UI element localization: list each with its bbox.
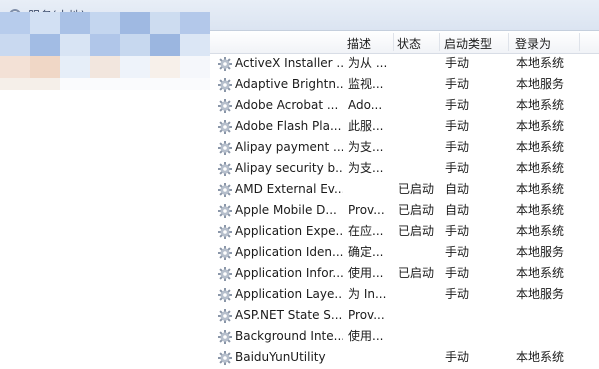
column-divider[interactable] — [439, 33, 440, 51]
service-row[interactable]: Adobe Flash Pla... 此服... 手动 本地系统 — [210, 116, 599, 137]
service-row[interactable]: Apple Mobile D... Prov... 已启动 自动 本地系统 — [210, 200, 599, 221]
service-description: 此服... — [348, 119, 384, 133]
service-status: 已启动 — [398, 266, 435, 280]
service-name: Background Inte... — [235, 329, 343, 343]
gear-icon — [217, 161, 233, 177]
service-description: 使用... — [348, 266, 384, 280]
service-row[interactable]: ASP.NET State S... Prov... — [210, 305, 599, 326]
gear-icon — [217, 329, 233, 345]
service-name: Adobe Flash Pla... — [235, 119, 342, 133]
services-list: ActiveX Installer ... 为从 ... 手动 本地系统 Ada… — [210, 53, 599, 368]
service-status: 已启动 — [398, 203, 435, 217]
service-name: ASP.NET State S... — [235, 308, 343, 322]
service-name: Alipay payment ... — [235, 140, 343, 154]
gear-icon — [217, 56, 233, 72]
service-row[interactable]: Adobe Acrobat ... Ado... 手动 本地系统 — [210, 95, 599, 116]
service-name: Adobe Acrobat ... — [235, 98, 339, 112]
service-description: 为从 ... — [348, 56, 388, 70]
service-name: Application Expe... — [235, 224, 343, 238]
service-log-on-as: 本地系统 — [516, 203, 565, 217]
service-log-on-as: 本地系统 — [516, 140, 565, 154]
service-log-on-as: 本地系统 — [516, 266, 565, 280]
gear-icon — [217, 350, 233, 366]
gear-icon — [217, 266, 233, 282]
gear-icon — [217, 119, 233, 135]
gear-icon — [217, 182, 233, 198]
service-log-on-as: 本地系统 — [516, 224, 565, 238]
service-name: AMD External Ev... — [235, 182, 343, 196]
service-description: 为支... — [348, 161, 384, 175]
service-name: Apple Mobile D... — [235, 203, 337, 217]
service-log-on-as: 本地系统 — [516, 182, 565, 196]
service-startup-type: 手动 — [445, 266, 470, 280]
service-startup-type: 手动 — [445, 161, 470, 175]
service-name: ActiveX Installer ... — [235, 56, 343, 70]
gear-icon — [217, 308, 233, 324]
service-name: Application Iden... — [235, 245, 343, 259]
service-log-on-as: 本地服务 — [516, 245, 565, 259]
service-row[interactable]: Adaptive Brightn... 监视... 手动 本地服务 — [210, 74, 599, 95]
service-startup-type: 手动 — [445, 140, 470, 154]
service-row[interactable]: BaiduYunUtility 手动 本地系统 — [210, 347, 599, 368]
service-row[interactable]: Application Infor... 使用... 已启动 手动 本地系统 — [210, 263, 599, 284]
service-description: 确定... — [348, 245, 384, 259]
column-divider[interactable] — [508, 33, 509, 51]
service-startup-type: 自动 — [445, 203, 470, 217]
service-startup-type: 自动 — [445, 182, 470, 196]
service-row[interactable]: AMD External Ev... 已启动 自动 本地系统 — [210, 179, 599, 200]
column-divider[interactable] — [579, 33, 580, 51]
column-divider[interactable] — [393, 33, 394, 51]
gear-icon — [217, 245, 233, 261]
service-startup-type: 手动 — [445, 77, 470, 91]
service-startup-type: 手动 — [445, 56, 470, 70]
service-log-on-as: 本地系统 — [516, 98, 565, 112]
service-log-on-as: 本地系统 — [516, 119, 565, 133]
service-description: 为 In... — [348, 287, 387, 301]
column-startup-type[interactable]: 启动类型 — [444, 35, 492, 52]
gear-icon — [217, 77, 233, 93]
service-description: 监视... — [348, 77, 384, 91]
service-startup-type: 手动 — [445, 287, 470, 301]
service-startup-type: 手动 — [445, 98, 470, 112]
service-description: 在应... — [348, 224, 384, 238]
service-description: Prov... — [348, 203, 385, 217]
column-header: 描述 状态 启动类型 登录为 — [210, 31, 599, 54]
gear-icon — [217, 224, 233, 240]
service-name: Application Infor... — [235, 266, 343, 280]
service-name: Adaptive Brightn... — [235, 77, 343, 91]
service-row[interactable]: Application Expe... 在应... 已启动 手动 本地系统 — [210, 221, 599, 242]
service-startup-type: 手动 — [445, 245, 470, 259]
column-log-on-as[interactable]: 登录为 — [515, 35, 551, 52]
service-description: Prov... — [348, 308, 385, 322]
service-name: Application Laye... — [235, 287, 343, 301]
service-row[interactable]: Application Laye... 为 In... 手动 本地服务 — [210, 284, 599, 305]
gear-icon — [217, 203, 233, 219]
service-status: 已启动 — [398, 224, 435, 238]
service-description: Ado... — [348, 98, 383, 112]
service-log-on-as: 本地系统 — [516, 56, 565, 70]
column-status[interactable]: 状态 — [397, 35, 421, 52]
service-row[interactable]: ActiveX Installer ... 为从 ... 手动 本地系统 — [210, 53, 599, 74]
service-log-on-as: 本地系统 — [516, 161, 565, 175]
gear-icon — [217, 98, 233, 114]
service-row[interactable]: Application Iden... 确定... 手动 本地服务 — [210, 242, 599, 263]
blurred-region — [0, 12, 220, 90]
service-row[interactable]: Background Inte... 使用... — [210, 326, 599, 347]
service-name: Alipay security b... — [235, 161, 343, 175]
service-startup-type: 手动 — [445, 224, 470, 238]
service-log-on-as: 本地服务 — [516, 77, 565, 91]
gear-icon — [217, 287, 233, 303]
gear-icon — [217, 140, 233, 156]
service-status: 已启动 — [398, 182, 435, 196]
service-description: 使用... — [348, 329, 384, 343]
service-log-on-as: 本地服务 — [516, 287, 565, 301]
service-startup-type: 手动 — [445, 119, 470, 133]
service-description: 为支... — [348, 140, 384, 154]
service-row[interactable]: Alipay payment ... 为支... 手动 本地系统 — [210, 137, 599, 158]
service-row[interactable]: Alipay security b... 为支... 手动 本地系统 — [210, 158, 599, 179]
column-description[interactable]: 描述 — [347, 35, 371, 52]
